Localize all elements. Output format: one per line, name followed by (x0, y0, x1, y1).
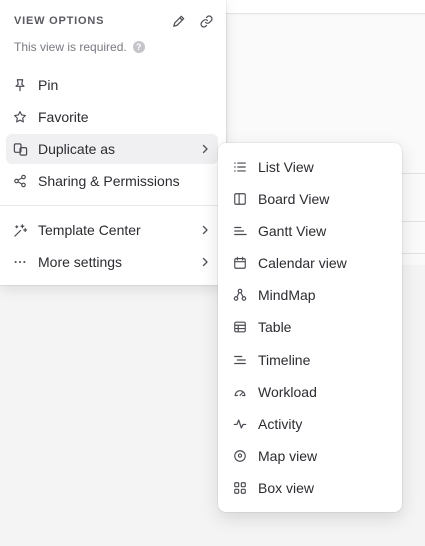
duplicate-icon (12, 141, 28, 157)
menu-item-sharing-permissions[interactable]: Sharing & Permissions (6, 166, 218, 196)
menu-item-favorite[interactable]: Favorite (6, 102, 218, 132)
submenu-item-activity[interactable]: Activity (224, 409, 396, 439)
menu-item-label: Duplicate as (38, 141, 116, 157)
submenu-item-label: Workload (258, 384, 317, 400)
map-pin-icon (232, 448, 248, 464)
submenu-item-list-view[interactable]: List View (224, 152, 396, 182)
gantt-icon (232, 223, 248, 239)
background-divider (400, 173, 425, 174)
submenu-item-mindmap[interactable]: MindMap (224, 280, 396, 310)
menu-item-label: Favorite (38, 109, 89, 125)
submenu-item-label: Board View (258, 191, 330, 207)
view-options-menu: VIEW OPTIONS This view is required. ? Pi… (0, 0, 226, 285)
required-note: This view is required. ? (14, 40, 145, 54)
menu-item-duplicate-as[interactable]: Duplicate as (6, 134, 218, 164)
menu-title: VIEW OPTIONS (14, 15, 105, 27)
menu-item-label: Template Center (38, 222, 141, 238)
submenu-item-timeline[interactable]: Timeline (224, 345, 396, 375)
submenu-item-box-view[interactable]: Box view (224, 473, 396, 503)
table-icon (232, 319, 248, 335)
timeline-icon (232, 352, 248, 368)
chevron-right-icon (198, 223, 212, 237)
menu-item-label: Pin (38, 77, 59, 93)
submenu-item-label: Gantt View (258, 223, 327, 239)
chevron-right-icon (198, 142, 212, 156)
submenu-item-label: Map view (258, 448, 318, 464)
submenu-item-label: Table (258, 319, 292, 335)
mindmap-icon (232, 287, 248, 303)
pin-icon (12, 77, 28, 93)
chevron-right-icon (198, 255, 212, 269)
calendar-icon (232, 255, 248, 271)
menu-item-pin[interactable]: Pin (6, 70, 218, 100)
menu-divider (0, 205, 226, 206)
menu-header: VIEW OPTIONS (14, 13, 214, 29)
more-icon (12, 254, 28, 270)
submenu-item-label: Box view (258, 480, 315, 496)
menu-item-label: More settings (38, 254, 123, 270)
menu-item-label: Sharing & Permissions (38, 173, 180, 189)
background-divider (400, 221, 425, 222)
menu-item-template-center[interactable]: Template Center (6, 215, 218, 245)
submenu-item-label: Timeline (258, 352, 311, 368)
box-grid-icon (232, 480, 248, 496)
share-icon (12, 173, 28, 189)
submenu-item-label: Calendar view (258, 255, 347, 271)
submenu-item-workload[interactable]: Workload (224, 377, 396, 407)
submenu-item-map-view[interactable]: Map view (224, 441, 396, 471)
submenu-item-board-view[interactable]: Board View (224, 184, 396, 214)
list-icon (232, 159, 248, 175)
pencil-icon[interactable] (170, 13, 186, 29)
activity-icon (232, 416, 248, 432)
sparkles-icon (12, 222, 28, 238)
menu-item-more-settings[interactable]: More settings (6, 247, 218, 277)
submenu-item-label: Activity (258, 416, 303, 432)
star-icon (12, 109, 28, 125)
link-icon[interactable] (198, 13, 214, 29)
submenu-item-gantt-view[interactable]: Gantt View (224, 216, 396, 246)
board-icon (232, 191, 248, 207)
submenu-item-table[interactable]: Table (224, 312, 396, 342)
workload-icon (232, 384, 248, 400)
duplicate-as-submenu: List View Board View Gantt View Calendar… (218, 143, 402, 512)
submenu-item-label: MindMap (258, 287, 316, 303)
required-note-text: This view is required. (14, 40, 127, 54)
submenu-item-label: List View (258, 159, 314, 175)
submenu-item-calendar-view[interactable]: Calendar view (224, 248, 396, 278)
background-divider (400, 253, 425, 254)
help-icon[interactable]: ? (132, 41, 145, 53)
